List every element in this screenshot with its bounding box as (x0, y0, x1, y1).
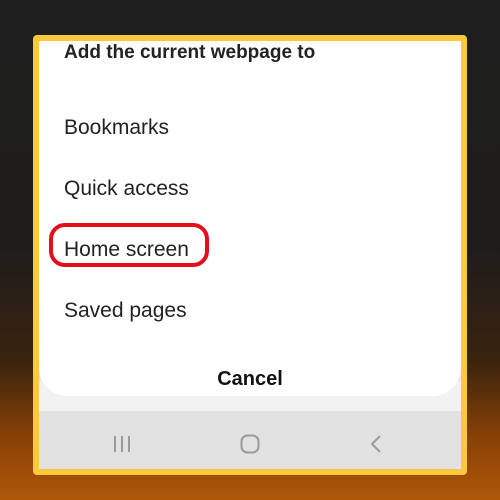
option-quick-access[interactable]: Quick access (64, 177, 189, 201)
back-chevron-icon (370, 435, 381, 453)
home-icon (240, 434, 260, 454)
cancel-button[interactable]: Cancel (39, 368, 461, 391)
screenshot-frame: Add the current webpage to Bookmarks Qui… (33, 35, 467, 475)
recent-apps-button[interactable] (107, 429, 137, 459)
option-bookmarks[interactable]: Bookmarks (64, 116, 169, 140)
add-page-dialog: Add the current webpage to Bookmarks Qui… (39, 41, 461, 396)
highlight-ring (49, 223, 209, 267)
dialog-title: Add the current webpage to (64, 42, 316, 63)
recent-apps-icon (114, 436, 130, 452)
home-button[interactable] (235, 429, 265, 459)
navigation-bar (39, 411, 461, 469)
back-button[interactable] (361, 429, 391, 459)
option-saved-pages[interactable]: Saved pages (64, 299, 187, 323)
